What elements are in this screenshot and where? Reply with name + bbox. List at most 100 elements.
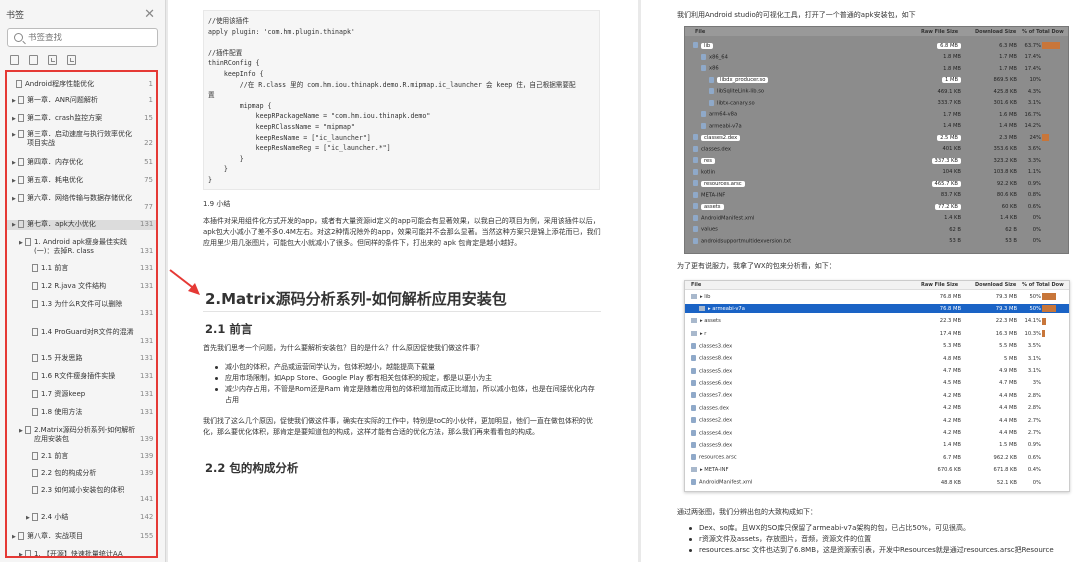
bookmark-item[interactable]: 1.4 ProGuard对R文件的混淆 131 bbox=[7, 328, 156, 346]
percent: 16.7% bbox=[1024, 111, 1041, 118]
bookmark-item[interactable]: 1.6 R文件瘦身插件实操 131 bbox=[7, 372, 156, 381]
raw-size: 62 B bbox=[949, 226, 961, 233]
bookmark-search-input[interactable] bbox=[28, 32, 148, 43]
document-icon bbox=[32, 372, 38, 380]
code-line: keepResNameReg = ["ic_launcher.*"] bbox=[208, 144, 391, 153]
bookmark-title: 1.5 开发思路 bbox=[41, 354, 83, 362]
raw-size: 83.7 KB bbox=[940, 192, 961, 198]
analyzer-row[interactable]: ▸ lib 76.8 MB 79.3 MB 50% bbox=[685, 292, 1069, 301]
bookmarks-sidebar: 书签 ✕ Android程序性能优化1 ▶第一章．ANR问题解析1 ▶第二章．cra… bbox=[0, 0, 166, 562]
bookmark-page: 131 bbox=[140, 309, 154, 317]
analyzer-row[interactable]: classes.dex 401 KB 353.6 KB 3.6% bbox=[685, 145, 1068, 154]
download-size: 1.4 MB bbox=[999, 123, 1017, 129]
close-icon[interactable]: ✕ bbox=[144, 7, 155, 22]
analyzer-row[interactable]: classes9.dex 1.4 MB 1.5 MB 0.9% bbox=[685, 441, 1069, 450]
bookmark-item[interactable]: ▶ 2.Matrix源码分析系列-如何解析应用安装包 139 bbox=[7, 426, 156, 444]
document-icon bbox=[25, 238, 31, 246]
percent: 17.4% bbox=[1024, 54, 1041, 60]
bookmark-item[interactable]: ▶ 第二章．crash监控方案 15 bbox=[7, 114, 156, 124]
analyzer-row[interactable]: classes4.dex 4.2 MB 4.4 MB 2.7% bbox=[685, 428, 1069, 437]
analyzer-row[interactable]: res 337.3 KB 323.2 KB 3.3% bbox=[685, 156, 1068, 165]
bookmark-item[interactable]: ▶ 2.4 小结 142 bbox=[7, 513, 156, 523]
analyzer-row[interactable]: x86 1.8 MB 1.7 MB 17.4% bbox=[685, 64, 1068, 73]
bookmark-item[interactable]: 1.1 前言 131 bbox=[7, 264, 156, 273]
raw-size: 104 KB bbox=[942, 169, 961, 175]
analyzer-row[interactable]: lib 6.8 MB 6.3 MB 63.7% bbox=[685, 41, 1068, 50]
bookmark-title: 2.3 如何减小安装包的体积 bbox=[41, 486, 125, 494]
analyzer-row[interactable]: libtx-canary.so 333.7 KB 301.6 KB 3.1% bbox=[685, 99, 1068, 108]
analyzer-row[interactable]: resources.arsc 6.7 MB 962.2 KB 0.6% bbox=[685, 453, 1069, 462]
bookmark-item[interactable]: 1.2 R.java 文件结构 131 bbox=[7, 282, 156, 291]
bookmark-title: 第四章．内存优化 bbox=[27, 158, 83, 166]
file-icon bbox=[691, 479, 696, 486]
bookmark-item[interactable]: 2.2 包的构成分析 139 bbox=[7, 469, 156, 478]
raw-size: 1.4 KB bbox=[944, 215, 961, 221]
analyzer-row[interactable]: x86_64 1.8 MB 1.7 MB 17.4% bbox=[685, 53, 1068, 62]
analyzer-row[interactable]: resources.arsc 465.7 KB 92.2 KB 0.9% bbox=[685, 179, 1068, 188]
file-name: ▸ META-INF bbox=[691, 467, 728, 473]
add-bookmark-icon[interactable] bbox=[10, 55, 19, 65]
bookmark-item[interactable]: 1.8 使用方法 131 bbox=[7, 408, 156, 417]
download-size: 60 KB bbox=[1001, 203, 1017, 210]
bookmark-item[interactable]: 1.3 为什么R文件可以删除 131 bbox=[7, 300, 156, 318]
analyzer-row[interactable]: values 62 B 62 B 0% bbox=[685, 225, 1068, 234]
bookmark-item[interactable]: 1.7 资源keep 131 bbox=[7, 390, 156, 399]
analyzer-row[interactable]: arm64-v8a 1.7 MB 1.6 MB 16.7% bbox=[685, 110, 1068, 119]
bookmark-item[interactable]: Android程序性能优化 1 bbox=[7, 80, 156, 89]
bookmark-title: 第一章．ANR问题解析 bbox=[27, 96, 98, 104]
bookmark-item[interactable]: ▶ 1. 【开源】快速批量统计AA bbox=[7, 550, 156, 556]
bookmark-item[interactable]: ▶ 第七章．apk大小优化 131 bbox=[7, 220, 156, 231]
bookmark-item[interactable]: 2.1 前言 139 bbox=[7, 452, 156, 461]
file-name: classes2.dex bbox=[691, 417, 732, 424]
bookmark-item[interactable]: ▶ 第四章．内存优化 51 bbox=[7, 158, 156, 168]
bookmark-options-icon[interactable] bbox=[67, 55, 76, 65]
analyzer-row[interactable]: kotlin 104 KB 103.8 KB 1.1% bbox=[685, 168, 1068, 177]
bookmark-item[interactable]: ▶ 第八章．实战项目 155 bbox=[7, 532, 156, 542]
analyzer-row[interactable]: AndroidManifest.xml 1.4 KB 1.4 KB 0% bbox=[685, 214, 1068, 223]
file-name: classes2.dex bbox=[693, 134, 741, 141]
analyzer-row[interactable]: classes8.dex 4.8 MB 5 MB 3.1% bbox=[685, 354, 1069, 363]
analyzer-row[interactable]: ▸ armeabi-v7a 76.8 MB 79.3 MB 50% bbox=[685, 304, 1069, 314]
sidebar-title: 书签 bbox=[6, 10, 25, 21]
download-size: 4.4 MB bbox=[999, 429, 1017, 436]
bookmark-item[interactable]: ▶ 第一章．ANR问题解析 1 bbox=[7, 96, 156, 106]
bookmark-title: 1.6 R文件瘦身插件实操 bbox=[41, 372, 116, 380]
analyzer-row[interactable]: classes2.dex 2.5 MB 2.3 MB 24% bbox=[685, 133, 1068, 142]
bookmark-item[interactable]: 2.3 如何减小安装包的体积 141 bbox=[7, 486, 156, 504]
folder-icon bbox=[691, 467, 697, 473]
analyzer-row[interactable]: classes.dex 4.2 MB 4.4 MB 2.8% bbox=[685, 404, 1069, 413]
analyzer-row[interactable]: classes2.dex 4.2 MB 4.4 MB 2.7% bbox=[685, 416, 1069, 425]
bookmark-item[interactable]: 1.5 开发思路 131 bbox=[7, 354, 156, 363]
file-name: META-INF bbox=[693, 191, 725, 198]
analyzer-row[interactable]: androidsupportmultidexversion.txt 53 B 53 … bbox=[685, 237, 1068, 246]
raw-size: 5.3 MB bbox=[943, 343, 961, 350]
analyzer-row[interactable]: armeabi-v7a 1.4 MB 1.4 MB 14.2% bbox=[685, 122, 1068, 131]
bookmark-page: 1 bbox=[148, 80, 153, 88]
analyzer-row[interactable]: ▸ META-INF 670.6 KB 671.8 KB 0.4% bbox=[685, 466, 1069, 475]
analyzer-row[interactable]: libdx_producer.so 1 MB 869.5 KB 10% bbox=[685, 76, 1068, 85]
analyzer-row[interactable]: libSqliteLink-lib.so 469.1 KB 425.8 KB 4.3% bbox=[685, 87, 1068, 96]
bookmark-item[interactable]: ▶ 第三章．启动速度与执行效率优化项目实战 22 bbox=[7, 130, 156, 148]
analyzer-row[interactable]: META-INF 83.7 KB 80.6 KB 0.8% bbox=[685, 191, 1068, 200]
download-size: 103.8 KB bbox=[993, 169, 1017, 175]
raw-size: 48.8 KB bbox=[940, 479, 961, 486]
bookmark-item[interactable]: ▶ 第六章．网络传输与数据存储优化 77 bbox=[7, 194, 156, 212]
raw-size: 333.7 KB bbox=[937, 100, 961, 106]
analyzer-row[interactable]: classes3.dex 5.3 MB 5.5 MB 3.5% bbox=[685, 342, 1069, 351]
bookmark-search-box[interactable] bbox=[7, 28, 158, 47]
percent: 10.3% bbox=[1024, 330, 1041, 337]
size-bar bbox=[1042, 134, 1049, 141]
percent: 1.1% bbox=[1027, 169, 1041, 175]
analyzer-row[interactable]: ▸ r 17.4 MB 16.3 MB 10.3% bbox=[685, 329, 1069, 338]
file-name: assets bbox=[693, 203, 724, 210]
delete-bookmark-icon[interactable] bbox=[29, 55, 38, 65]
analyzer-row[interactable]: AndroidManifest.xml 48.8 KB 52.1 KB 0% bbox=[685, 478, 1069, 487]
analyzer-row[interactable]: ▸ assets 22.3 MB 22.3 MB 14.1% bbox=[685, 317, 1069, 326]
bookmark-icon[interactable] bbox=[48, 55, 57, 65]
analyzer-row[interactable]: classes5.dex 4.7 MB 4.9 MB 3.1% bbox=[685, 366, 1069, 375]
analyzer-row[interactable]: classes7.dex 4.2 MB 4.4 MB 2.8% bbox=[685, 391, 1069, 400]
analyzer-row[interactable]: classes6.dex 4.5 MB 4.7 MB 3% bbox=[685, 379, 1069, 388]
bookmark-item[interactable]: ▶ 第五章．耗电优化 75 bbox=[7, 176, 156, 186]
analyzer-row[interactable]: assets 77.2 KB 60 KB 0.6% bbox=[685, 202, 1068, 211]
bookmark-item[interactable]: ▶ 1. Android apk瘦身最佳实践(一)：去掉R. class 131 bbox=[7, 238, 156, 256]
